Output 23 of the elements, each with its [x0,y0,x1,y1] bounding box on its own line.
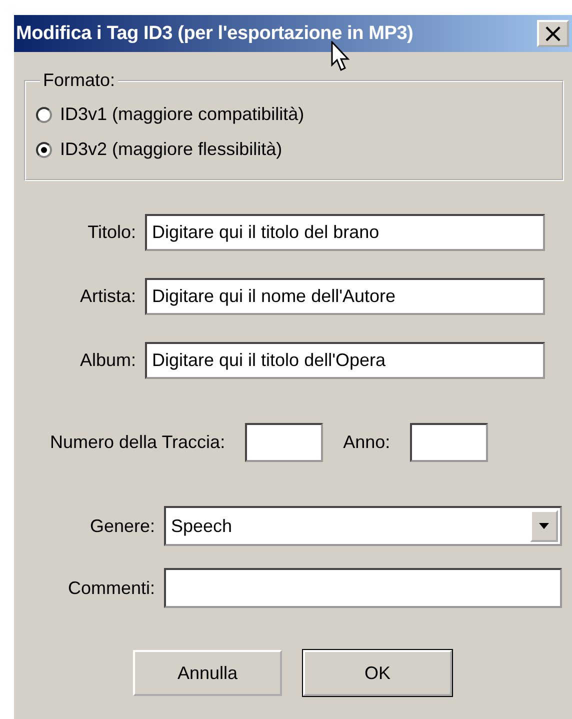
text-field[interactable]: Digitare qui il nome dell'Autore [145,278,545,315]
field-label: Numero della Traccia: [50,432,226,453]
field-label: Album: [78,350,137,371]
radio-label[interactable]: ID3v1 (maggiore compatibilità) [60,104,304,125]
dialog-button[interactable]: OK [303,650,452,696]
field-label: Anno: [343,432,390,453]
close-button[interactable]: × [537,20,569,47]
radio-label[interactable]: ID3v2 (maggiore flessibilità) [60,139,282,160]
field-label: Genere: [88,516,156,536]
comments-field[interactable] [164,568,562,608]
genre-dropdown[interactable]: Speech [164,506,562,546]
field-label: Commenti: [66,578,156,598]
group-legend: Formato: [40,70,118,91]
text-field[interactable]: Digitare qui il titolo del brano [145,214,545,251]
text-field[interactable]: Digitare qui il titolo dell'Opera [145,342,545,379]
dialog-button[interactable]: Annulla [133,650,282,696]
radio-button[interactable] [36,106,52,122]
input-field[interactable] [410,423,488,462]
window-title: Modifica i Tag ID3 (per l'esportazione in MP3) [16,22,414,44]
field-label: Artista: [78,286,137,307]
input-field[interactable] [245,423,324,462]
field-label: Titolo: [86,222,137,243]
radio-button[interactable] [36,142,52,158]
